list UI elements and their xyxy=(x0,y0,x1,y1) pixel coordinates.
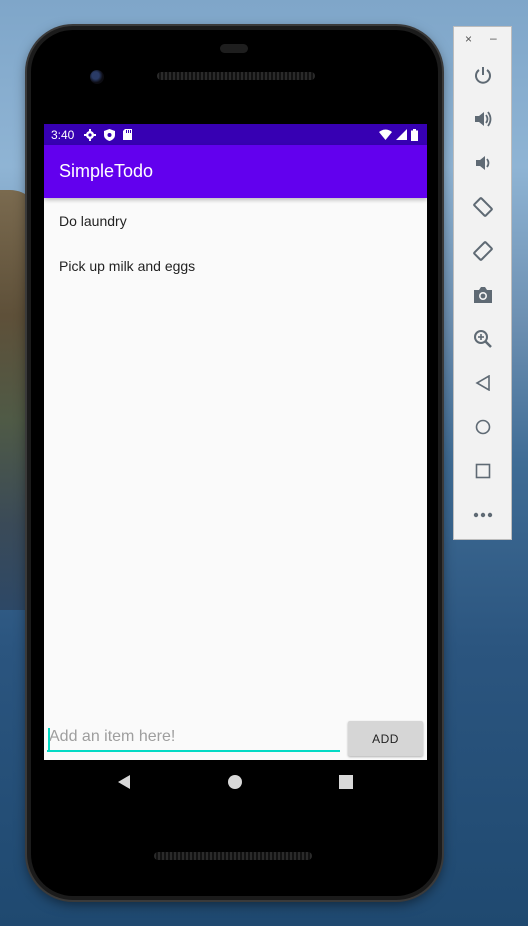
status-time: 3:40 xyxy=(51,127,75,142)
status-icons-left xyxy=(84,128,133,141)
home-icon[interactable] xyxy=(471,415,495,439)
emulator-control-panel: × – xyxy=(453,26,512,540)
todo-list: Do laundry Pick up milk and eggs xyxy=(44,198,427,288)
panel-minimize-button[interactable]: – xyxy=(490,31,497,45)
overview-icon[interactable] xyxy=(471,459,495,483)
list-item[interactable]: Do laundry xyxy=(44,198,427,243)
text-cursor xyxy=(48,728,50,750)
sd-card-icon xyxy=(123,129,133,140)
battery-icon xyxy=(411,128,418,141)
bottom-speaker xyxy=(154,852,312,860)
device-screen: 3:40 SimpleTodo Do laundry Pick up milk … xyxy=(44,124,427,760)
status-icons-right xyxy=(379,128,418,141)
android-nav-bar xyxy=(44,760,427,804)
recents-nav-icon[interactable] xyxy=(338,774,354,790)
settings-gear-icon xyxy=(84,128,97,141)
cell-signal-icon xyxy=(396,129,407,140)
status-bar: 3:40 xyxy=(44,124,427,145)
volume-up-icon[interactable] xyxy=(471,107,495,131)
back-nav-icon[interactable] xyxy=(116,774,132,790)
power-icon[interactable] xyxy=(471,63,495,87)
add-item-input[interactable] xyxy=(47,724,340,752)
more-icon[interactable] xyxy=(471,503,495,527)
phone-top-slot xyxy=(220,44,248,53)
rotate-right-icon[interactable] xyxy=(471,239,495,263)
shield-icon xyxy=(104,128,116,141)
volume-down-icon[interactable] xyxy=(471,151,495,175)
home-nav-icon[interactable] xyxy=(227,774,243,790)
app-title: SimpleTodo xyxy=(59,161,154,181)
back-icon[interactable] xyxy=(471,371,495,395)
wifi-icon xyxy=(379,129,392,140)
camera-icon[interactable] xyxy=(471,283,495,307)
app-toolbar: SimpleTodo xyxy=(44,145,427,198)
rotate-left-icon[interactable] xyxy=(471,195,495,219)
panel-close-button[interactable]: × xyxy=(465,32,472,46)
add-button[interactable]: ADD xyxy=(348,721,423,756)
add-item-row: ADD xyxy=(44,718,427,760)
panel-window-controls: × – xyxy=(454,31,513,50)
list-item[interactable]: Pick up milk and eggs xyxy=(44,243,427,288)
zoom-icon[interactable] xyxy=(471,327,495,351)
front-camera-icon xyxy=(90,70,104,84)
earpiece-speaker xyxy=(157,72,315,80)
